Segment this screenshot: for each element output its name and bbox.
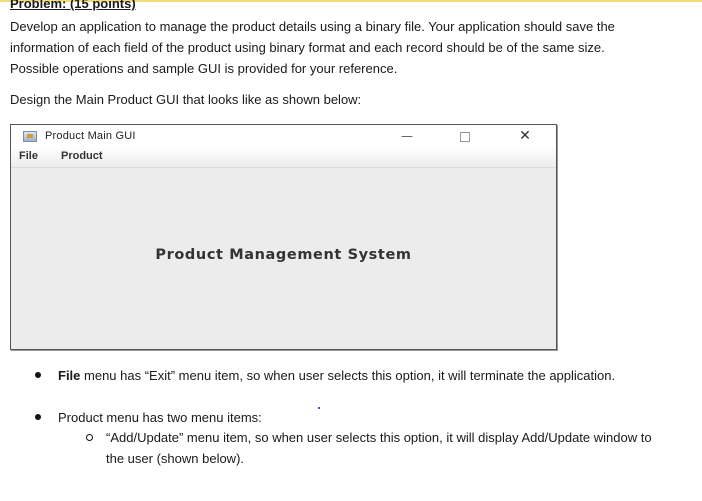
bullet-add-update: “Add/Update” menu item, so when user sel…: [106, 430, 652, 466]
design-instruction: Design the Main Product GUI that looks l…: [10, 92, 362, 107]
bullet-icon: [35, 414, 41, 420]
problem-title: Problem: (15 points): [10, 0, 136, 11]
system-heading: Product Management System: [155, 247, 412, 263]
maximize-icon: [460, 132, 470, 142]
menu-product[interactable]: Product: [61, 150, 103, 162]
sub-bullet-icon: [86, 434, 93, 441]
minimize-button[interactable]: —: [395, 127, 419, 145]
menu-file[interactable]: File: [19, 150, 38, 162]
window-title: Product Main GUI: [45, 130, 136, 142]
close-button[interactable]: ✕: [513, 127, 537, 145]
file-menu-lead: File: [58, 368, 81, 383]
window-titlebar: Product Main GUI — ✕: [11, 125, 556, 147]
bullet-file-menu: File menu has “Exit” menu item, so when …: [58, 365, 618, 386]
bullet-product-menu: Product menu has two menu items:: [58, 410, 262, 425]
maximize-button[interactable]: [453, 127, 477, 145]
java-app-icon: [23, 131, 37, 142]
file-menu-text: menu has “Exit” menu item, so when user …: [80, 368, 616, 383]
intro-paragraph: Develop an application to manage the pro…: [10, 19, 615, 76]
bullet-icon: [35, 372, 41, 378]
menu-bar: File Product: [11, 147, 556, 168]
product-main-gui-window: Product Main GUI — ✕ File Product Produc…: [10, 124, 557, 350]
